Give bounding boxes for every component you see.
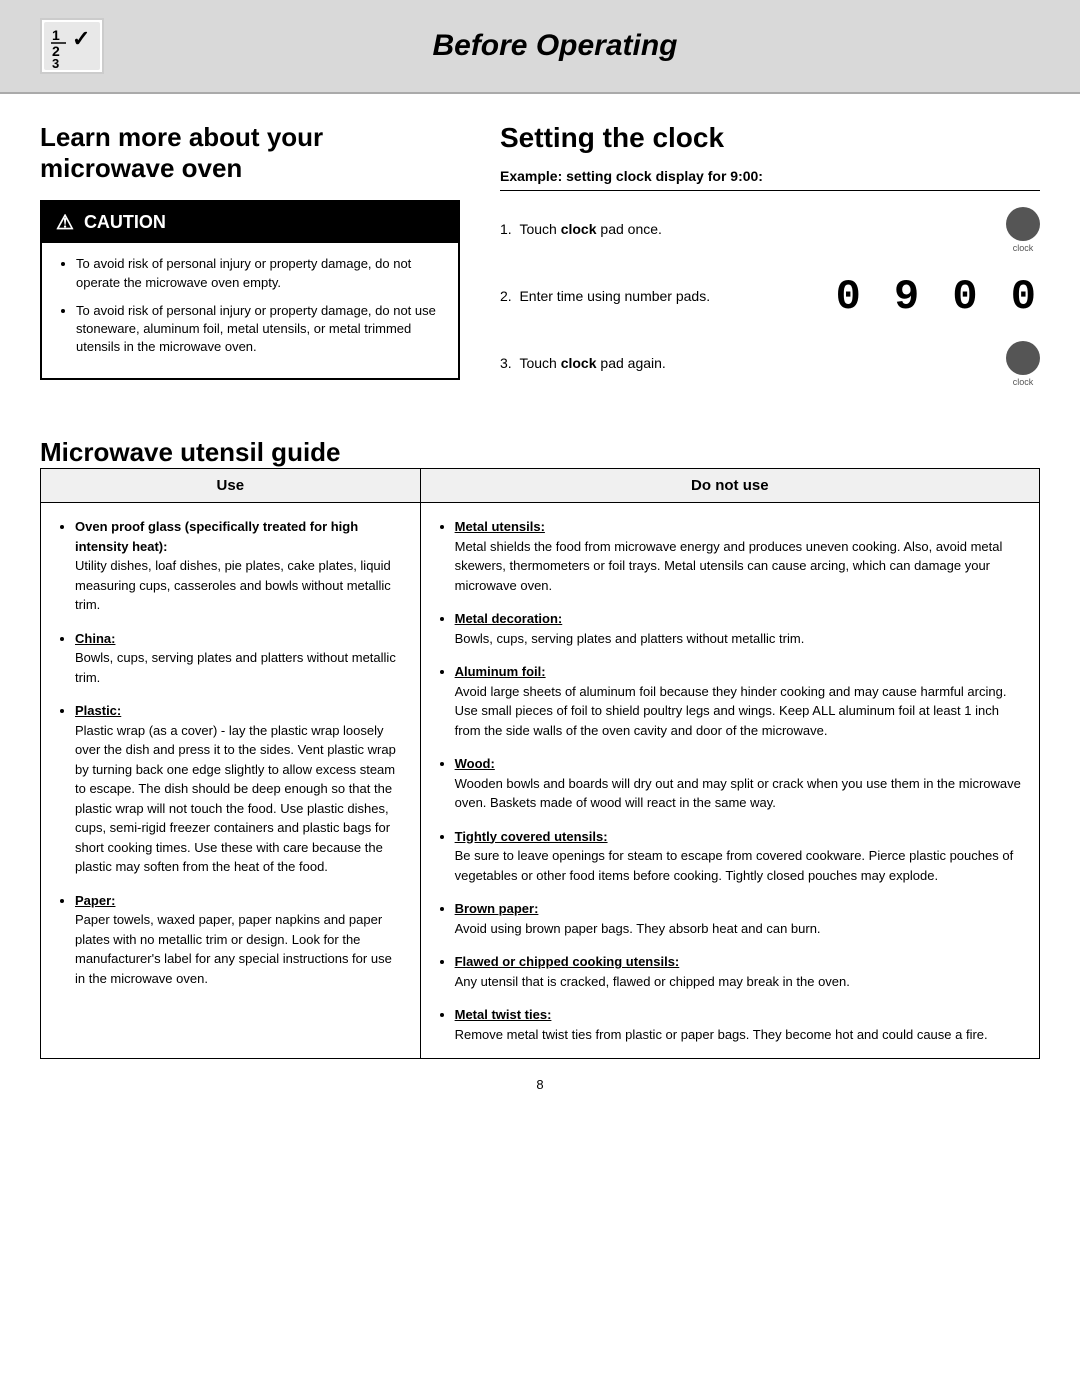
use-item-plastic: Plastic: Plastic wrap (as a cover) - lay… (75, 701, 402, 877)
do-not-use-tightly-covered-text: Be sure to leave openings for steam to e… (455, 848, 1014, 883)
do-not-use-metal-twist-ties-title: Metal twist ties: (455, 1007, 552, 1022)
use-item-paper: Paper: Paper towels, waxed paper, paper … (75, 891, 402, 989)
use-item-plastic-title: Plastic: (75, 703, 121, 718)
utensil-section: Microwave utensil guide Use Do not use O… (40, 437, 1040, 1059)
table-header-row: Use Do not use (41, 469, 1040, 503)
page-header: 1 2 3 ✓ Before Operating (0, 0, 1080, 94)
clock-step-1: 1. Touch clock pad once. clock (500, 207, 1040, 253)
clock-display: 0 9 0 0 (836, 273, 1040, 321)
do-not-use-aluminum-foil-title: Aluminum foil: (455, 664, 546, 679)
clock-example-label: Example: setting clock display for 9:00: (500, 168, 1040, 191)
table-row: Oven proof glass (specifically treated f… (41, 503, 1040, 1059)
clock-btn-wrapper-1: clock (1006, 207, 1040, 253)
clock-step-3-text: 3. Touch clock pad again. (500, 354, 996, 374)
clock-btn-label-3: clock (1013, 377, 1034, 387)
caution-label: CAUTION (84, 212, 166, 233)
use-item-paper-title: Paper: (75, 893, 115, 908)
do-not-use-metal-utensils-text: Metal shields the food from microwave en… (455, 539, 1003, 593)
clock-section-title: Setting the clock (500, 122, 1040, 154)
clock-button-icon-3 (1006, 341, 1040, 375)
use-item-glass-text: Utility dishes, loaf dishes, pie plates,… (75, 558, 391, 612)
caution-item-2: To avoid risk of personal injury or prop… (76, 302, 442, 357)
use-item-china-text: Bowls, cups, serving plates and platters… (75, 650, 396, 685)
main-content: Learn more about your microwave oven ⚠ C… (0, 94, 1080, 1120)
clock-step-2-text: 2. Enter time using number pads. (500, 287, 826, 307)
warning-icon: ⚠ (56, 210, 74, 235)
do-not-use-wood-text: Wooden bowls and boards will dry out and… (455, 776, 1021, 811)
page-number: 8 (40, 1077, 1040, 1092)
do-not-use-metal-twist-ties: Metal twist ties: Remove metal twist tie… (455, 1005, 1021, 1044)
do-not-use-aluminum-foil-text: Avoid large sheets of aluminum foil beca… (455, 684, 1007, 738)
do-not-use-brown-paper: Brown paper: Avoid using brown paper bag… (455, 899, 1021, 938)
col-do-not-use-header: Do not use (420, 469, 1039, 503)
do-not-use-aluminum-foil: Aluminum foil: Avoid large sheets of alu… (455, 662, 1021, 740)
do-not-use-flawed-title: Flawed or chipped cooking utensils: (455, 954, 680, 969)
use-col: Oven proof glass (specifically treated f… (41, 503, 421, 1059)
do-not-use-brown-paper-text: Avoid using brown paper bags. They absor… (455, 921, 821, 936)
clock-btn-wrapper-3: clock (1006, 341, 1040, 387)
use-item-china: China: Bowls, cups, serving plates and p… (75, 629, 402, 688)
clock-step-1-text: 1. Touch clock pad once. (500, 220, 996, 240)
caution-list: To avoid risk of personal injury or prop… (58, 255, 442, 356)
do-not-use-metal-decoration-text: Bowls, cups, serving plates and platters… (455, 631, 805, 646)
use-item-paper-text: Paper towels, waxed paper, paper napkins… (75, 912, 392, 986)
do-not-use-metal-twist-ties-text: Remove metal twist ties from plastic or … (455, 1027, 988, 1042)
use-item-plastic-text: Plastic wrap (as a cover) - lay the plas… (75, 723, 396, 875)
caution-box: ⚠ CAUTION To avoid risk of personal inju… (40, 200, 460, 380)
do-not-use-metal-utensils-title: Metal utensils: (455, 519, 545, 534)
svg-text:✓: ✓ (72, 26, 90, 51)
caution-item-1: To avoid risk of personal injury or prop… (76, 255, 442, 291)
clock-step-3: 3. Touch clock pad again. clock (500, 341, 1040, 387)
logo: 1 2 3 ✓ (40, 18, 104, 74)
utensil-title: Microwave utensil guide (40, 437, 1040, 468)
do-not-use-list: Metal utensils: Metal shields the food f… (439, 517, 1021, 1044)
right-column: Setting the clock Example: setting clock… (500, 122, 1040, 407)
do-not-use-wood-title: Wood: (455, 756, 495, 771)
svg-text:1: 1 (52, 27, 60, 43)
clock-button-icon-1 (1006, 207, 1040, 241)
do-not-use-metal-decoration: Metal decoration: Bowls, cups, serving p… (455, 609, 1021, 648)
learn-more-title: Learn more about your microwave oven (40, 122, 460, 184)
page-title: Before Operating (134, 29, 1040, 63)
do-not-use-tightly-covered-title: Tightly covered utensils: (455, 829, 608, 844)
caution-header: ⚠ CAUTION (42, 202, 458, 243)
logo-icon: 1 2 3 ✓ (44, 22, 100, 70)
use-item-glass: Oven proof glass (specifically treated f… (75, 517, 402, 615)
do-not-use-metal-utensils: Metal utensils: Metal shields the food f… (455, 517, 1021, 595)
col-use-header: Use (41, 469, 421, 503)
do-not-use-wood: Wood: Wooden bowls and boards will dry o… (455, 754, 1021, 813)
do-not-use-flawed-text: Any utensil that is cracked, flawed or c… (455, 974, 850, 989)
do-not-use-tightly-covered: Tightly covered utensils: Be sure to lea… (455, 827, 1021, 886)
left-column: Learn more about your microwave oven ⚠ C… (40, 122, 460, 407)
clock-step-2: 2. Enter time using number pads. 0 9 0 0 (500, 273, 1040, 321)
do-not-use-col: Metal utensils: Metal shields the food f… (420, 503, 1039, 1059)
do-not-use-brown-paper-title: Brown paper: (455, 901, 539, 916)
svg-text:3: 3 (52, 56, 59, 70)
caution-body: To avoid risk of personal injury or prop… (42, 243, 458, 378)
use-list: Oven proof glass (specifically treated f… (59, 517, 402, 988)
top-section: Learn more about your microwave oven ⚠ C… (40, 122, 1040, 407)
use-item-glass-title: Oven proof glass (specifically treated f… (75, 519, 358, 554)
do-not-use-metal-decoration-title: Metal decoration: (455, 611, 563, 626)
use-item-china-title: China: (75, 631, 115, 646)
do-not-use-flawed: Flawed or chipped cooking utensils: Any … (455, 952, 1021, 991)
clock-btn-label-1: clock (1013, 243, 1034, 253)
utensil-table: Use Do not use Oven proof glass (specifi… (40, 468, 1040, 1059)
